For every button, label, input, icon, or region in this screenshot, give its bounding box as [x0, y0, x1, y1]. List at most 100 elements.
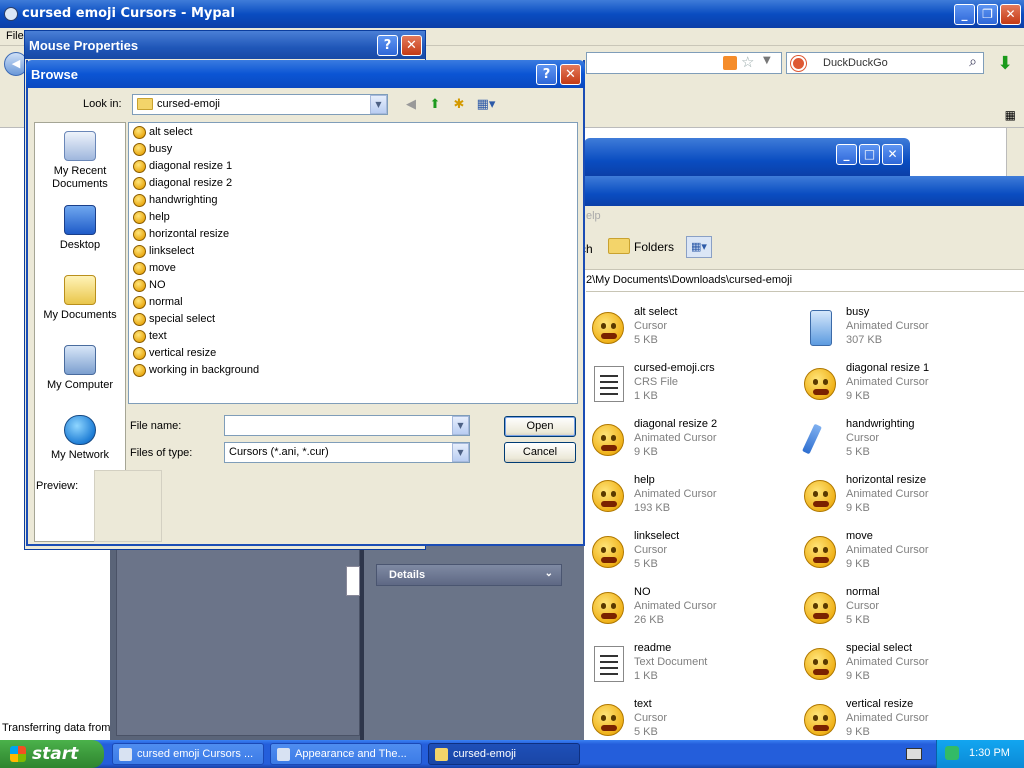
file-tile[interactable]: busy Animated Cursor 307 KB: [800, 302, 1018, 354]
start-button[interactable]: start: [0, 740, 104, 768]
help-button[interactable]: ?: [536, 64, 557, 85]
taskbar-item[interactable]: Appearance and The...: [270, 743, 422, 765]
views-icon[interactable]: ▦▾: [686, 236, 712, 258]
file-type: Animated Cursor: [634, 488, 717, 500]
file-tile[interactable]: text Cursor 5 KB: [588, 694, 806, 740]
place-my-computer[interactable]: My Computer: [35, 341, 125, 411]
place-my-recent-documents[interactable]: My Recent Documents: [35, 127, 125, 197]
file-tile[interactable]: cursed-emoji.crs CRS File 1 KB: [588, 358, 806, 410]
rss-feed-icon[interactable]: [723, 56, 737, 70]
file-size: 9 KB: [846, 502, 870, 514]
clock: 1:30 PM: [969, 747, 1010, 759]
place-my-documents[interactable]: My Documents: [35, 271, 125, 341]
file-tile[interactable]: vertical resize Animated Cursor 9 KB: [800, 694, 1018, 740]
list-item-label: handwrighting: [149, 194, 218, 206]
duckduckgo-icon[interactable]: [791, 56, 806, 71]
file-size: 1 KB: [634, 670, 658, 682]
file-tile[interactable]: special select Animated Cursor 9 KB: [800, 638, 1018, 690]
cursor-file-icon: [133, 177, 146, 190]
new-folder-icon[interactable]: ✱: [450, 96, 468, 114]
restore-button[interactable]: ❐: [977, 4, 998, 25]
place-desktop[interactable]: Desktop: [35, 201, 125, 271]
file-type: Cursor: [634, 320, 668, 332]
close-button[interactable]: ✕: [1000, 4, 1021, 25]
back-icon[interactable]: ◀: [402, 96, 420, 114]
file-list[interactable]: alt select busy diagonal resize 1 diagonal …: [128, 122, 578, 404]
file-tile[interactable]: help Animated Cursor 193 KB: [588, 470, 806, 522]
emoji-cursor-icon: [800, 644, 840, 682]
file-tile[interactable]: normal Cursor 5 KB: [800, 582, 1018, 634]
grid-icon[interactable]: ▦: [1005, 108, 1016, 122]
folders-button[interactable]: Folders: [634, 240, 674, 254]
open-button[interactable]: Open: [504, 416, 576, 437]
cancel-button[interactable]: Cancel: [504, 442, 576, 463]
emoji-cursor-icon: [588, 700, 628, 738]
cursor-file-icon: [133, 143, 146, 156]
list-item-label: text: [149, 330, 167, 342]
up-folder-icon[interactable]: ⬆: [426, 96, 444, 114]
minimize-button[interactable]: _: [836, 144, 857, 165]
browser-title-bar: cursed emoji Cursors - Mypal _ ❐ ✕: [0, 0, 1024, 28]
file-tile[interactable]: NO Animated Cursor 26 KB: [588, 582, 806, 634]
keyboard-icon[interactable]: [906, 748, 922, 760]
file-type: Text Document: [634, 656, 708, 668]
close-button[interactable]: ✕: [401, 35, 422, 56]
emoji-cursor-icon: [800, 588, 840, 626]
cursor-file-icon: [133, 262, 146, 275]
folders-icon[interactable]: [608, 238, 630, 254]
address-bar[interactable]: 2\My Documents\Downloads\cursed-emoji: [586, 270, 1024, 292]
tray-app-icon[interactable]: [945, 746, 959, 760]
file-tile[interactable]: horizontal resize Animated Cursor 9 KB: [800, 470, 1018, 522]
file-type: Cursor: [634, 712, 668, 724]
chevron-down-icon[interactable]: ▼: [763, 55, 771, 66]
menu-help[interactable]: elp: [586, 210, 601, 222]
files-of-type-dropdown[interactable]: Cursors (*.ani, *.cur) ▼: [224, 442, 470, 463]
taskbar-item[interactable]: cursed-emoji: [428, 743, 580, 765]
chevron-down-icon[interactable]: ⌄: [545, 568, 553, 579]
mypal-app-icon: [4, 7, 18, 21]
chevron-down-icon[interactable]: ▼: [452, 416, 469, 435]
file-tile[interactable]: readme Text Document 1 KB: [588, 638, 806, 690]
explorer-file-view: alt select Cursor 5 KB busy Animated Cursor 3…: [584, 292, 1024, 740]
file-tile[interactable]: move Animated Cursor 9 KB: [800, 526, 1018, 578]
download-arrow-icon[interactable]: ⬇: [994, 54, 1016, 74]
close-button[interactable]: ✕: [882, 144, 903, 165]
control-panel-icon: [277, 748, 290, 761]
file-tile[interactable]: handwrighting Cursor 5 KB: [800, 414, 1018, 466]
place-label: My Network: [50, 449, 110, 461]
chevron-down-icon[interactable]: ▼: [370, 95, 387, 114]
file-tile[interactable]: linkselect Cursor 5 KB: [588, 526, 806, 578]
file-size: 9 KB: [634, 446, 658, 458]
place-label: Desktop: [59, 239, 101, 251]
file-name-input[interactable]: ▼: [224, 415, 470, 436]
file-tile[interactable]: diagonal resize 1 Animated Cursor 9 KB: [800, 358, 1018, 410]
taskbar: start cursed emoji Cursors ... Appearanc…: [0, 740, 1024, 768]
file-type: Animated Cursor: [846, 320, 929, 332]
url-bar[interactable]: ☆ ▼: [586, 52, 782, 74]
my-computer-icon: [64, 345, 96, 375]
file-size: 307 KB: [846, 334, 883, 346]
file-name: readme: [634, 642, 672, 654]
menu-file[interactable]: File: [6, 30, 24, 42]
bookmark-star-icon[interactable]: ☆: [741, 53, 754, 71]
scrollbar[interactable]: [1006, 128, 1024, 176]
view-menu-icon[interactable]: ▦▾: [474, 96, 498, 114]
file-tile[interactable]: alt select Cursor 5 KB: [588, 302, 806, 354]
details-section[interactable]: Details ⌄: [376, 564, 562, 586]
file-name: special select: [846, 642, 913, 654]
maximize-button[interactable]: □: [859, 144, 880, 165]
chevron-down-icon[interactable]: ▼: [452, 443, 469, 462]
search-box[interactable]: DuckDuckGo ⌕: [786, 52, 984, 74]
cursor-file-icon: [133, 364, 146, 377]
file-tile[interactable]: diagonal resize 2 Animated Cursor 9 KB: [588, 414, 806, 466]
close-button[interactable]: ✕: [560, 64, 581, 85]
place-label: My Computer: [46, 379, 114, 391]
help-button[interactable]: ?: [377, 35, 398, 56]
cursor-file-icon: [133, 296, 146, 309]
preview-label: Preview:: [36, 480, 79, 492]
file-size: 9 KB: [846, 726, 870, 738]
taskbar-item[interactable]: cursed emoji Cursors ...: [112, 743, 264, 765]
minimize-button[interactable]: _: [954, 4, 975, 25]
search-icon[interactable]: ⌕: [969, 54, 977, 70]
look-in-dropdown[interactable]: cursed-emoji ▼: [132, 94, 388, 115]
